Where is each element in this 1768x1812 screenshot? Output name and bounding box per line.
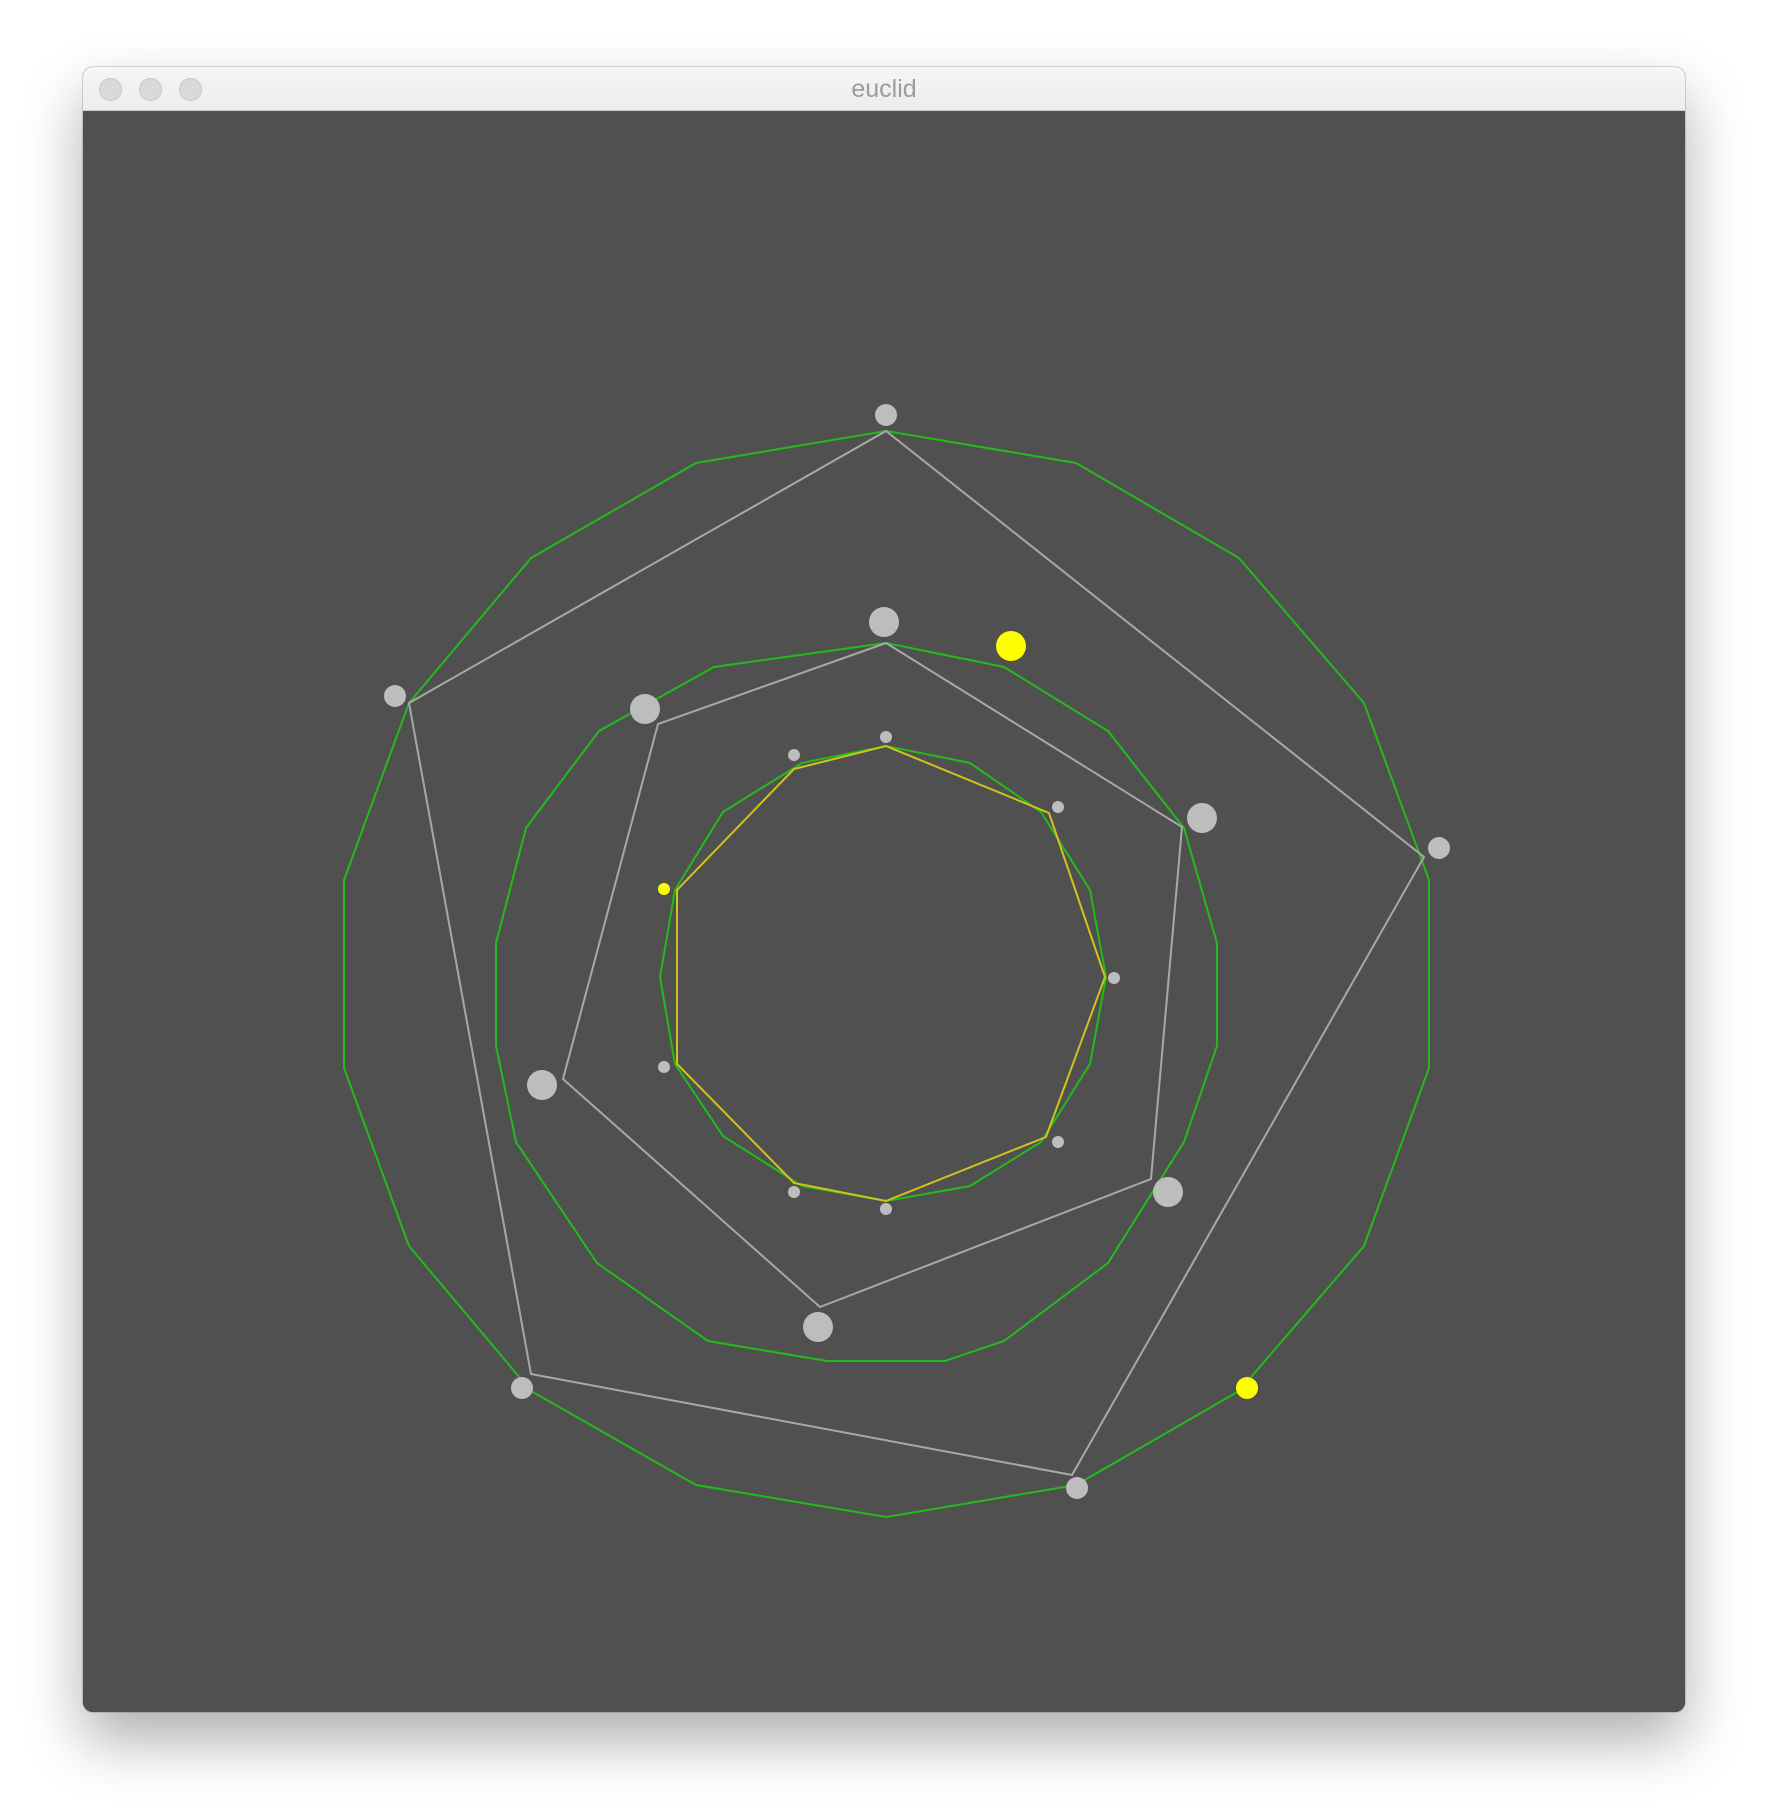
outer-inscribed-pentagon xyxy=(407,429,1426,1477)
outer-circle-polygon xyxy=(343,429,1430,1519)
middle-inscribed-heptagon xyxy=(561,641,1184,1309)
window-title: euclid xyxy=(851,75,917,103)
outer-active-point[interactable] xyxy=(1236,1377,1258,1399)
inner-vertex-point[interactable] xyxy=(1052,1136,1064,1148)
middle-vertex-point[interactable] xyxy=(803,1312,833,1342)
inner-figure xyxy=(658,731,1120,1215)
title-bar[interactable]: euclid xyxy=(83,67,1685,111)
app-window: euclid xyxy=(83,67,1685,1712)
middle-figure xyxy=(495,607,1218,1362)
inner-vertex-point[interactable] xyxy=(788,1186,800,1198)
inner-vertex-point[interactable] xyxy=(880,731,892,743)
outer-vertex-point[interactable] xyxy=(875,404,897,426)
middle-circle-polygon xyxy=(495,641,1218,1362)
geometry-scene[interactable] xyxy=(83,111,1685,1712)
middle-vertex-point[interactable] xyxy=(630,694,660,724)
outer-vertex-point[interactable] xyxy=(384,685,406,707)
middle-vertex-point[interactable] xyxy=(1153,1177,1183,1207)
inner-vertex-point[interactable] xyxy=(658,1061,670,1073)
outer-figure xyxy=(343,404,1450,1519)
inner-vertex-point[interactable] xyxy=(1052,801,1064,813)
inner-active-point[interactable] xyxy=(658,883,670,895)
drawing-canvas[interactable] xyxy=(83,111,1685,1712)
middle-vertex-point[interactable] xyxy=(527,1070,557,1100)
middle-active-point[interactable] xyxy=(996,631,1026,661)
outer-vertex-point[interactable] xyxy=(1428,837,1450,859)
inner-inscribed-nonagon xyxy=(676,744,1107,1203)
inner-circle-polygon xyxy=(658,744,1108,1203)
middle-vertex-point[interactable] xyxy=(1187,803,1217,833)
inner-vertex-point[interactable] xyxy=(788,749,800,761)
outer-vertex-point[interactable] xyxy=(1066,1477,1088,1499)
inner-vertex-point[interactable] xyxy=(1108,972,1120,984)
middle-vertex-point[interactable] xyxy=(869,607,899,637)
inner-vertex-point[interactable] xyxy=(880,1203,892,1215)
outer-vertex-point[interactable] xyxy=(511,1377,533,1399)
